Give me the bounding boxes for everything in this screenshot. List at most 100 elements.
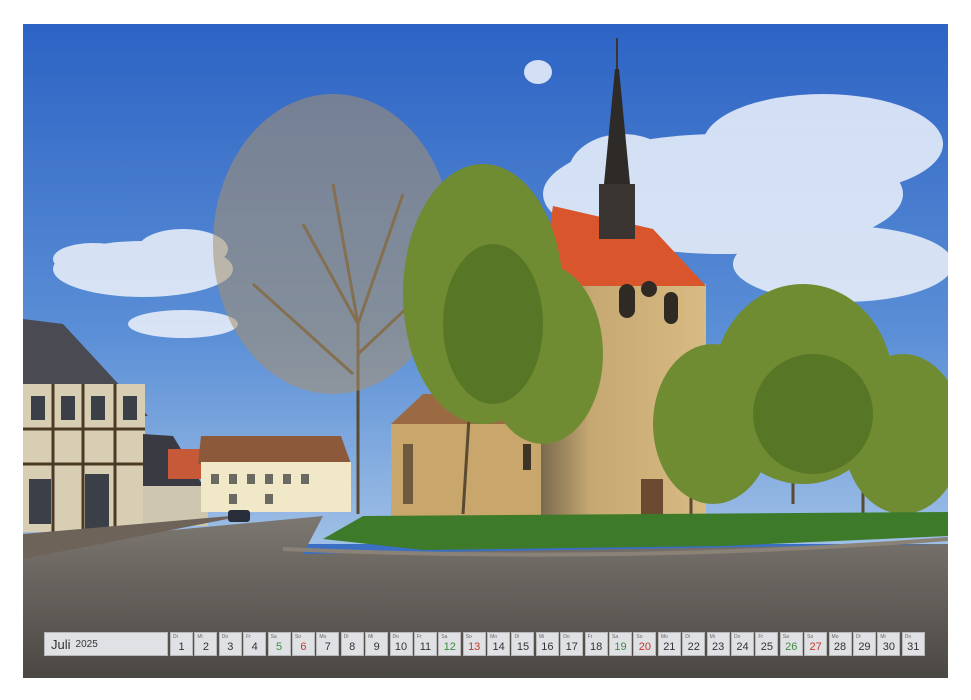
day-cell: Sa 12 — [438, 632, 462, 656]
weekday-abbr: So — [807, 634, 814, 640]
day-number: 3 — [227, 641, 234, 653]
day-cell: Do 10 — [389, 632, 413, 656]
day-number: 23 — [711, 641, 725, 653]
weekday-abbr: Sa — [441, 634, 448, 640]
day-number: 26 — [785, 641, 798, 653]
day-number: 28 — [833, 641, 847, 653]
day-number: 6 — [300, 641, 307, 653]
day-number: 30 — [882, 641, 895, 653]
weekday-abbr: Mo — [490, 634, 498, 640]
day-cell: Fr 18 — [584, 632, 608, 656]
day-number: 10 — [394, 641, 408, 653]
day-cell: Mi 23 — [706, 632, 730, 656]
weekday-abbr: Mi — [709, 634, 715, 640]
day-cell: Mo 7 — [316, 632, 340, 656]
calendar-bar: Juli 2025 Di 1 Mi 2 Do 3 Fr 4 Sa 5 So 6 Mo 7 Di 8 Mi 9 Do 1… — [44, 632, 927, 656]
day-number: 17 — [565, 641, 578, 653]
day-cell: Di 29 — [852, 632, 876, 656]
weekday-abbr: Fr — [587, 634, 593, 640]
day-cell: Mo 14 — [487, 632, 511, 656]
weekday-abbr: Di — [685, 634, 690, 640]
day-cell: Mi 9 — [365, 632, 389, 656]
weekday-abbr: Do — [221, 634, 229, 640]
day-cell: Di 22 — [682, 632, 706, 656]
weekday-abbr: Fr — [246, 634, 251, 640]
weekday-abbr: Di — [173, 634, 178, 640]
weekday-abbr: So — [465, 634, 472, 640]
day-cell: Di 15 — [511, 632, 535, 656]
day-cell: Di 1 — [170, 632, 193, 656]
day-cell: So 20 — [633, 632, 657, 656]
day-cell: Di 8 — [340, 632, 364, 656]
day-number: 9 — [373, 641, 380, 653]
day-number: 4 — [251, 641, 258, 653]
weekday-abbr: Do — [563, 634, 570, 640]
day-number: 31 — [907, 641, 920, 653]
weekday-abbr: Mi — [880, 634, 886, 640]
month-year: 2025 — [75, 638, 98, 650]
weekday-abbr: Mo — [319, 634, 327, 640]
month-name: Juli — [51, 636, 71, 652]
day-cell: Do 3 — [218, 632, 242, 656]
weekday-abbr: Sa — [270, 634, 277, 640]
day-number: 22 — [687, 641, 700, 653]
day-number: 2 — [202, 641, 209, 653]
weekday-abbr: Do — [733, 634, 741, 640]
day-number: 15 — [516, 641, 530, 653]
day-cell: Mi 2 — [194, 632, 218, 656]
day-cell: Mi 30 — [877, 632, 901, 656]
day-number: 24 — [736, 641, 749, 653]
weekday-abbr: So — [294, 634, 302, 640]
day-number: 13 — [468, 641, 481, 653]
weekday-abbr: Mo — [660, 634, 668, 640]
day-cells: Di 1 Mi 2 Do 3 Fr 4 Sa 5 So 6 Mo 7 Di 8 Mi 9 Do 10 Fr 11 Sa 12 S… — [170, 632, 925, 656]
day-cell: Sa 19 — [609, 632, 633, 656]
weekday-abbr: Do — [904, 634, 912, 640]
day-cell: Fr 11 — [413, 632, 437, 656]
weekday-abbr: Di — [514, 634, 520, 640]
day-cell: Do 24 — [730, 632, 754, 656]
day-number: 7 — [324, 641, 331, 653]
day-number: 14 — [492, 641, 505, 653]
day-cell: Mi 16 — [535, 632, 559, 656]
day-number: 1 — [178, 641, 185, 653]
day-number: 29 — [858, 641, 871, 653]
day-cell: Fr 4 — [243, 632, 267, 656]
weekday-abbr: So — [636, 634, 643, 640]
parked-car — [228, 510, 250, 522]
day-number: 12 — [443, 641, 456, 653]
day-cell: So 6 — [291, 632, 315, 656]
day-cell: Sa 5 — [267, 632, 291, 656]
day-number: 5 — [276, 641, 283, 653]
day-cell: Mo 21 — [657, 632, 681, 656]
weekday-abbr: Mi — [368, 634, 374, 640]
day-number: 16 — [541, 641, 554, 653]
day-number: 19 — [614, 641, 627, 653]
day-cell: Sa 26 — [779, 632, 803, 656]
day-cell: Do 17 — [560, 632, 584, 656]
weekday-abbr: Fr — [758, 634, 764, 640]
weekday-abbr: Mi — [197, 634, 203, 640]
weekday-abbr: Fr — [416, 634, 422, 640]
day-cell: Fr 25 — [755, 632, 779, 656]
day-cell: Mo 28 — [828, 632, 852, 656]
day-number: 25 — [760, 641, 773, 653]
day-cell: So 13 — [462, 632, 486, 656]
day-number: 21 — [663, 641, 676, 653]
weekday-abbr: Mi — [538, 634, 545, 640]
weekday-abbr: Do — [392, 634, 399, 640]
day-cell: So 27 — [804, 632, 828, 656]
month-label: Juli 2025 — [44, 632, 168, 656]
day-number: 8 — [349, 641, 356, 653]
weekday-abbr: Di — [343, 634, 349, 640]
day-number: 27 — [809, 641, 822, 653]
day-number: 20 — [638, 641, 652, 653]
weekday-abbr: Di — [855, 634, 861, 640]
calendar-photo — [23, 24, 948, 678]
weekday-abbr: Mo — [831, 634, 839, 640]
weekday-abbr: Sa — [612, 634, 619, 640]
day-number: 18 — [590, 641, 603, 653]
church-scene — [23, 24, 948, 678]
day-cell: Do 31 — [901, 632, 925, 656]
day-number: 11 — [419, 641, 432, 653]
